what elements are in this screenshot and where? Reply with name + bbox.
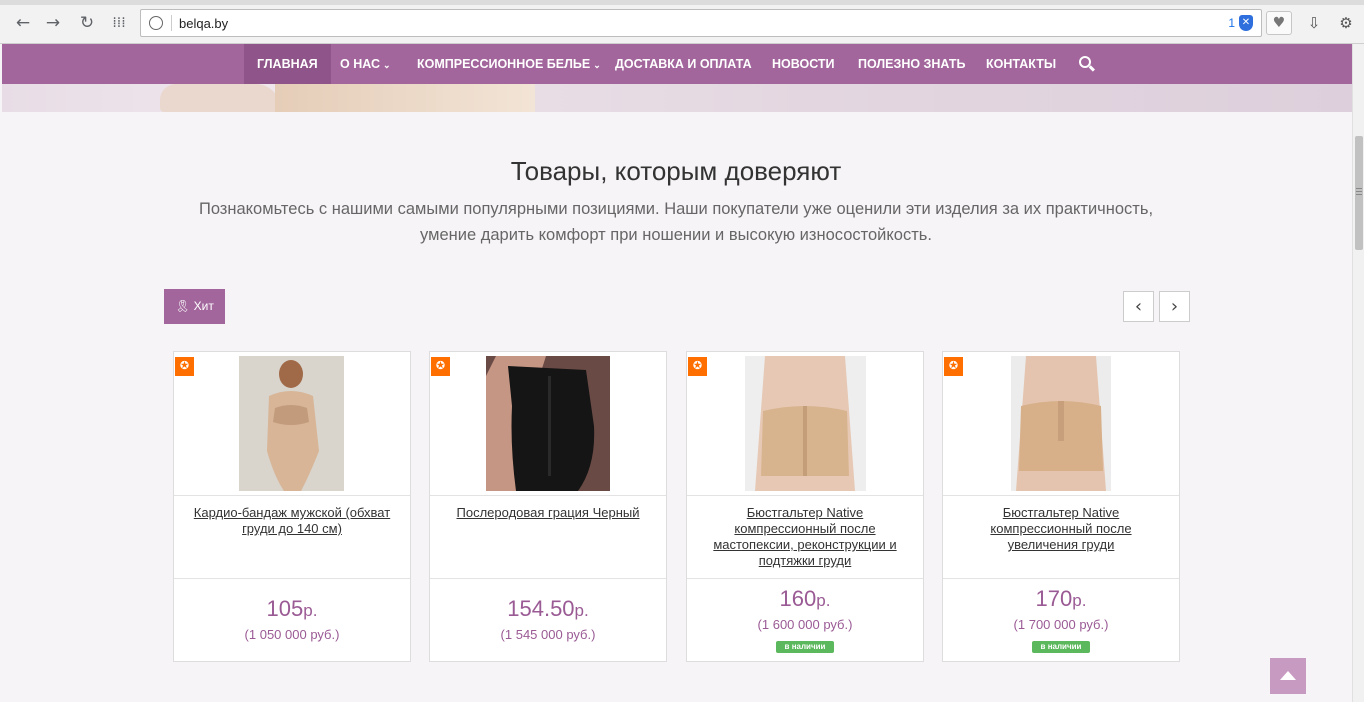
product-name-link[interactable]: Бюстгальтер Native компрессионный после … [701, 505, 909, 569]
nav-item-label: ГЛАВНАЯ [257, 57, 318, 71]
settings-icon[interactable]: ⚙ [1335, 12, 1357, 34]
award-badge-icon: ✪ [175, 357, 194, 376]
in-stock-badge: в наличии [1032, 641, 1090, 653]
hero-hand-image [160, 84, 280, 112]
product-price: 154.50р. [507, 596, 589, 621]
scroll-to-top-button[interactable] [1270, 658, 1306, 694]
scrollbar-thumb[interactable] [1355, 136, 1363, 250]
product-image[interactable] [239, 356, 344, 491]
nav-item-label: О НАС [340, 57, 380, 71]
forward-arrow-icon[interactable]: → [42, 12, 64, 34]
nav-item-useful[interactable]: ПОЛЕЗНО ЗНАТЬ [845, 44, 978, 84]
heart-icon[interactable]: ♥ [1266, 11, 1292, 35]
section-description: Познакомьтесь с нашими самыми популярным… [198, 200, 1154, 244]
section-title: Товары, которым доверяют [510, 156, 842, 186]
nav-item-label: КОНТАКТЫ [986, 57, 1057, 71]
nav-item-contacts[interactable]: КОНТАКТЫ [973, 44, 1069, 84]
tab-strip [0, 0, 1364, 5]
product-old-price: (1 600 000 руб.) [757, 617, 853, 632]
address-bar[interactable]: belqa.by 1 ✕ [140, 9, 1262, 37]
product-card[interactable]: ✪ Бюстгальтер Native компрессионный посл… [686, 351, 924, 662]
product-image[interactable] [1011, 356, 1111, 491]
nav-item-about[interactable]: О НАС ⌄ [327, 44, 404, 84]
product-image[interactable] [745, 356, 866, 491]
shield-icon[interactable]: ✕ [1239, 15, 1253, 31]
globe-icon [149, 16, 163, 30]
product-card[interactable]: ✪ Бюстгальтер Native компрессионный посл… [942, 351, 1180, 662]
product-card[interactable]: ✪ Послеродовая грация Черный 154.50р. (1… [429, 351, 667, 662]
award-badge-icon: ✪ [688, 357, 707, 376]
url-text[interactable]: belqa.by [179, 16, 228, 31]
arrow-up-icon [1280, 671, 1296, 680]
address-divider [171, 15, 172, 31]
carousel-prev-button[interactable]: ‹ [1123, 291, 1154, 322]
download-icon[interactable]: ⇩ [1303, 12, 1325, 34]
page-scrollbar[interactable] [1352, 44, 1364, 702]
search-icon[interactable] [1078, 55, 1096, 73]
reload-icon[interactable]: ↻ [76, 12, 98, 34]
award-badge-icon: ✪ [431, 357, 450, 376]
nav-item-label: ДОСТАВКА И ОПЛАТА [615, 57, 752, 71]
product-price: 105р. [266, 596, 318, 621]
product-card[interactable]: ✪ Кардио-бандаж мужской (обхват груди до… [173, 351, 411, 662]
award-badge-icon: ✪ [944, 357, 963, 376]
main-navigation: ГЛАВНАЯ О НАС ⌄ КОМПРЕССИОННОЕ БЕЛЬЕ ⌄ ДОС… [2, 44, 1352, 84]
browser-toolbar: ← → ↻ ⁞⁞⁞ belqa.by 1 ✕ ♥ ⇩ ⚙ [0, 0, 1364, 44]
nav-item-news[interactable]: НОВОСТИ [759, 44, 848, 84]
extension-counter: 1 [1228, 16, 1235, 30]
chevron-down-icon: ⌄ [382, 60, 391, 70]
in-stock-badge: в наличии [776, 641, 834, 653]
hero-body-image [275, 84, 535, 112]
nav-item-label: КОМПРЕССИОННОЕ БЕЛЬЕ [417, 57, 591, 71]
product-image[interactable] [486, 356, 610, 491]
product-name-link[interactable]: Кардио-бандаж мужской (обхват груди до 1… [188, 505, 396, 537]
product-old-price: (1 700 000 руб.) [1013, 617, 1109, 632]
product-name-link[interactable]: Бюстгальтер Native компрессионный после … [957, 505, 1165, 553]
product-price: 170р. [1035, 586, 1087, 611]
nav-item-label: ПОЛЕЗНО ЗНАТЬ [858, 57, 966, 71]
product-old-price: (1 050 000 руб.) [244, 627, 340, 642]
nav-item-home[interactable]: ГЛАВНАЯ [244, 44, 331, 84]
nav-item-delivery[interactable]: ДОСТАВКА И ОПЛАТА [602, 44, 765, 84]
product-name-link[interactable]: Послеродовая грация Черный [444, 505, 652, 521]
carousel-next-button[interactable]: › [1159, 291, 1190, 322]
apps-grid-icon[interactable]: ⁞⁞⁞ [108, 12, 130, 34]
chevron-down-icon: ⌄ [593, 60, 601, 70]
back-arrow-icon[interactable]: ← [12, 12, 34, 34]
nav-item-label: НОВОСТИ [772, 57, 835, 71]
product-price: 160р. [779, 586, 831, 611]
product-old-price: (1 545 000 руб.) [500, 627, 596, 642]
nav-item-compression-underwear[interactable]: КОМПРЕССИОННОЕ БЕЛЬЕ ⌄ [404, 44, 614, 84]
hit-filter-button[interactable]: 🎗 Хит [164, 289, 225, 324]
